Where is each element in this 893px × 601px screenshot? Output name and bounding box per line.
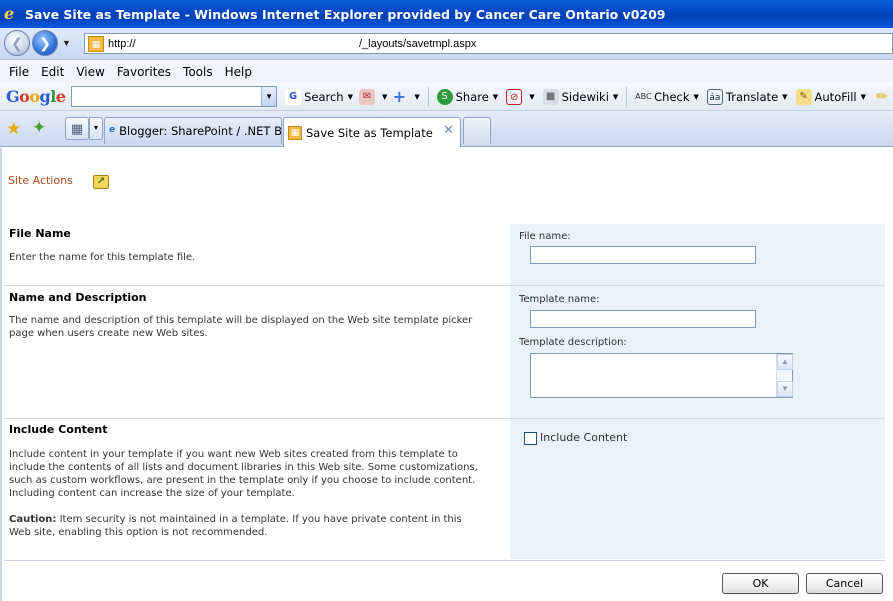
include-content-checkbox[interactable] <box>524 432 537 445</box>
name-description-controls: Template name: Template description: ▲ ▼ <box>510 286 885 418</box>
name-description-text: The name and description of this templat… <box>9 315 473 339</box>
toolbar-separator <box>626 86 628 107</box>
google-g-icon: G <box>285 88 302 105</box>
autofill-icon: ✎ <box>795 88 812 105</box>
translate-button[interactable]: áa Translate ▼ <box>706 88 788 105</box>
file-name-info: File Name Enter the name for this templa… <box>4 224 508 285</box>
caution-note: Caution: Item security is not maintained… <box>9 513 484 539</box>
window-title: Save Site as Template - Windows Internet… <box>25 6 666 22</box>
spellcheck-icon: ABC <box>635 91 652 101</box>
recent-pages-dropdown[interactable]: ▼ <box>62 38 71 48</box>
address-bar-row: ❮ ❯ ▼ ▦ http:// /_layouts/savetmpl.aspx <box>0 28 893 60</box>
scroll-up-icon[interactable]: ▲ <box>777 354 793 370</box>
quick-tabs-button[interactable]: ▦ <box>65 117 89 140</box>
google-search-input[interactable]: ▼ <box>71 86 278 107</box>
spell-check-button[interactable]: ABC Check ▼ <box>635 89 699 105</box>
name-description-info: Name and Description The name and descri… <box>4 286 508 418</box>
menu-view[interactable]: View <box>76 65 104 79</box>
name-description-section: Name and Description The name and descri… <box>4 286 885 418</box>
new-tab-button[interactable] <box>463 117 491 144</box>
menu-tools[interactable]: Tools <box>183 65 213 79</box>
tab-save-site-as-template[interactable]: ▦ Save Site as Template ✕ <box>283 117 461 147</box>
window-title-bar: e Save Site as Template - Windows Intern… <box>0 0 893 28</box>
textarea-scrollbar[interactable]: ▲ ▼ <box>776 354 793 397</box>
template-name-input[interactable] <box>530 310 756 328</box>
address-input[interactable]: ▦ http:// /_layouts/savetmpl.aspx <box>84 33 893 54</box>
close-tab-icon[interactable]: ✕ <box>443 123 454 138</box>
plus-button[interactable]: + ▼ <box>391 86 420 106</box>
up-folder-icon[interactable]: ↗ <box>93 175 109 189</box>
page-content: Site Actions ↗ File Name Enter the name … <box>0 148 893 601</box>
menu-favorites[interactable]: Favorites <box>117 65 171 79</box>
file-name-label: File name: <box>519 231 571 242</box>
include-content-info: Include Content Include content in your … <box>4 419 508 559</box>
site-actions-menu[interactable]: Site Actions <box>8 174 73 187</box>
include-content-description: Include content in your template if you … <box>9 449 478 499</box>
add-favorite-icon[interactable]: ✦ <box>32 118 46 138</box>
plus-icon: + <box>392 86 407 106</box>
page-favicon-icon: ▦ <box>88 35 104 52</box>
autofill-button[interactable]: ✎ AutoFill ▼ <box>795 88 866 105</box>
back-button[interactable]: ❮ <box>4 30 30 56</box>
popup-blocker-icon: ⊘ <box>506 88 523 105</box>
template-name-label: Template name: <box>519 294 600 305</box>
template-description-label: Template description: <box>519 337 627 348</box>
file-name-input[interactable] <box>530 246 756 264</box>
menu-file[interactable]: File <box>9 65 29 79</box>
ok-button[interactable]: OK <box>722 573 799 594</box>
include-content-section: Include Content Include content in your … <box>4 419 885 559</box>
tab-blogger[interactable]: e Blogger: SharePoint / .NET Bl... <box>104 117 282 144</box>
tab-bar: ★ ✦ ▦ ▼ e Blogger: SharePoint / .NET Bl.… <box>0 111 893 147</box>
ie-page-icon: e <box>109 125 116 135</box>
forward-button[interactable]: ❯ <box>32 30 58 56</box>
share-icon: S <box>436 88 453 105</box>
file-name-heading: File Name <box>9 227 71 240</box>
name-description-heading: Name and Description <box>9 291 147 304</box>
file-name-description: Enter the name for this template file. <box>9 252 196 263</box>
tab-list-dropdown[interactable]: ▼ <box>89 117 103 140</box>
include-content-checkbox-label[interactable]: Include Content <box>540 431 627 444</box>
google-toolbar: Google ▼ G Search ▼ ✉ ▼ + ▼ S Share ▼ ⊘ ▼ ■ S… <box>0 83 893 111</box>
translate-icon: áa <box>706 88 723 105</box>
address-path: /_layouts/savetmpl.aspx <box>359 37 477 50</box>
sidewiki-icon: ■ <box>542 88 559 105</box>
favorites-star-icon[interactable]: ★ <box>6 119 21 139</box>
file-name-section: File Name Enter the name for this templa… <box>4 224 885 285</box>
ie-logo-icon: e <box>4 4 15 23</box>
menu-bar: File Edit View Favorites Tools Help <box>0 61 893 83</box>
bookmarks-button[interactable]: ✉ ▼ <box>358 88 387 105</box>
address-protocol: http:// <box>108 37 136 50</box>
footer-divider <box>4 560 885 561</box>
share-button[interactable]: S Share ▼ <box>436 88 498 105</box>
include-content-heading: Include Content <box>9 423 108 436</box>
popup-blocker-button[interactable]: ⊘ ▼ <box>506 88 535 105</box>
menu-edit[interactable]: Edit <box>41 65 64 79</box>
cancel-button[interactable]: Cancel <box>806 573 883 594</box>
template-description-textarea[interactable] <box>530 353 793 398</box>
caution-label: Caution: <box>9 514 57 525</box>
sharepoint-page-icon: ▦ <box>288 125 302 140</box>
toolbar-separator <box>427 86 429 107</box>
sidewiki-button[interactable]: ■ Sidewiki ▼ <box>542 88 618 105</box>
menu-help[interactable]: Help <box>225 65 252 79</box>
caution-text: Item security is not maintained in a tem… <box>9 514 462 538</box>
google-search-button[interactable]: G Search ▼ <box>285 88 353 105</box>
scroll-down-icon[interactable]: ▼ <box>777 381 793 397</box>
include-content-controls: Include Content <box>510 419 885 559</box>
highlight-button[interactable]: ✏ <box>874 89 893 105</box>
file-name-controls: File name: <box>510 224 885 285</box>
chevron-down-icon[interactable]: ▼ <box>261 87 277 106</box>
highlighter-icon: ✏ <box>876 88 888 105</box>
google-logo: Google <box>6 87 66 106</box>
bookmark-icon: ✉ <box>358 88 375 105</box>
